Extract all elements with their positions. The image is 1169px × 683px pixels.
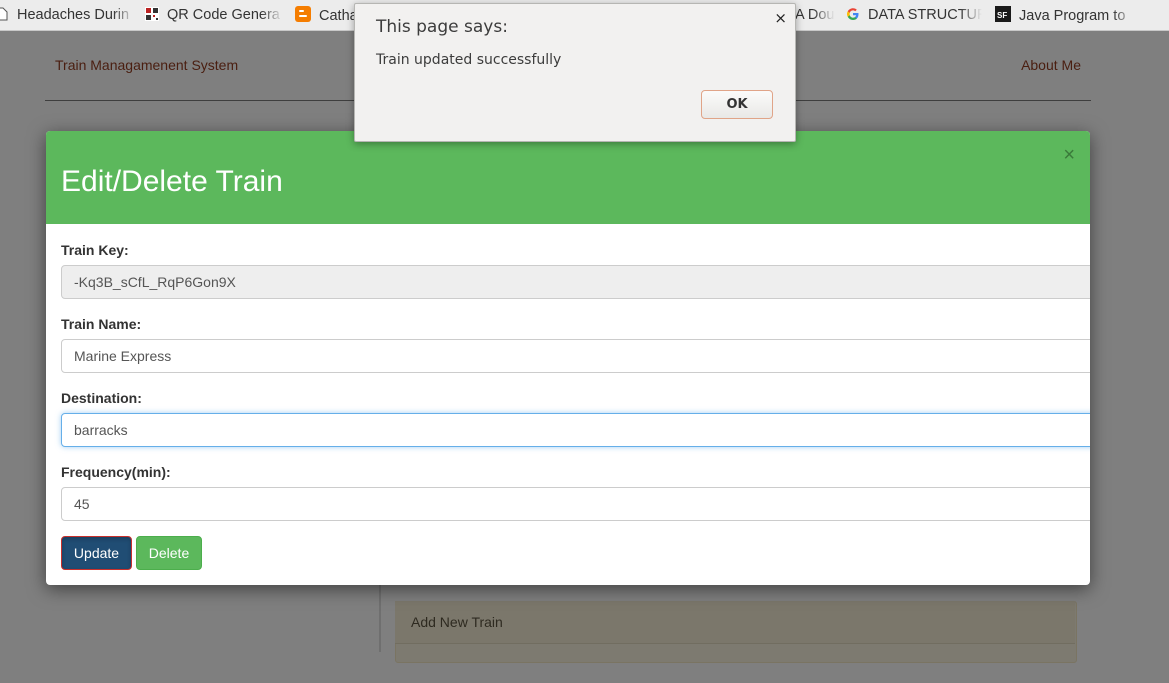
- update-button[interactable]: Update: [61, 536, 132, 570]
- navbar-about-link[interactable]: About Me: [1021, 57, 1081, 73]
- alert-ok-button[interactable]: OK: [701, 90, 773, 119]
- delete-button[interactable]: Delete: [136, 536, 202, 570]
- document-icon: [0, 7, 8, 21]
- sf-icon: SF: [995, 6, 1011, 22]
- frequency-label: Frequency(min):: [61, 464, 171, 480]
- bookmark-headaches[interactable]: Headaches Durin: [0, 6, 135, 24]
- bookmark-catha[interactable]: Catha: [295, 6, 357, 24]
- bookmark-java-program[interactable]: SF Java Program to: [995, 6, 1135, 24]
- destination-field[interactable]: [61, 413, 1090, 447]
- alert-close-button[interactable]: ×: [774, 9, 787, 27]
- train-name-field[interactable]: [61, 339, 1090, 373]
- google-icon: [847, 8, 859, 20]
- svg-text:SF: SF: [997, 11, 1007, 20]
- bookmark-data-structure[interactable]: DATA STRUCTURE: [846, 6, 982, 24]
- alert-title: This page says:: [376, 17, 508, 37]
- add-train-panel-title: Add New Train: [411, 614, 503, 630]
- frequency-field[interactable]: [61, 487, 1090, 521]
- bookmark-qr-code[interactable]: QR Code Genera: [145, 6, 283, 24]
- qr-code-icon: [145, 7, 159, 21]
- blogger-icon: [295, 6, 311, 22]
- train-name-label: Train Name:: [61, 316, 142, 332]
- bookmark-partial[interactable]: A Dou: [795, 6, 835, 24]
- train-key-field[interactable]: [61, 265, 1090, 299]
- modal-title: Edit/Delete Train: [61, 165, 283, 198]
- modal-close-button[interactable]: ×: [1063, 145, 1075, 165]
- edit-train-modal: Edit/Delete Train × Train Key: Train Nam…: [46, 131, 1090, 585]
- navbar-brand[interactable]: Train Managamenent System: [55, 57, 238, 73]
- bookmark-label: Java Program to: [1019, 8, 1126, 24]
- modal-header: Edit/Delete Train ×: [46, 131, 1090, 224]
- destination-label: Destination:: [61, 390, 142, 406]
- bookmark-label: Catha: [319, 8, 357, 24]
- train-key-label: Train Key:: [61, 242, 129, 258]
- alert-message: Train updated successfully: [376, 52, 562, 68]
- alert-dialog: × This page says: Train updated successf…: [354, 3, 796, 142]
